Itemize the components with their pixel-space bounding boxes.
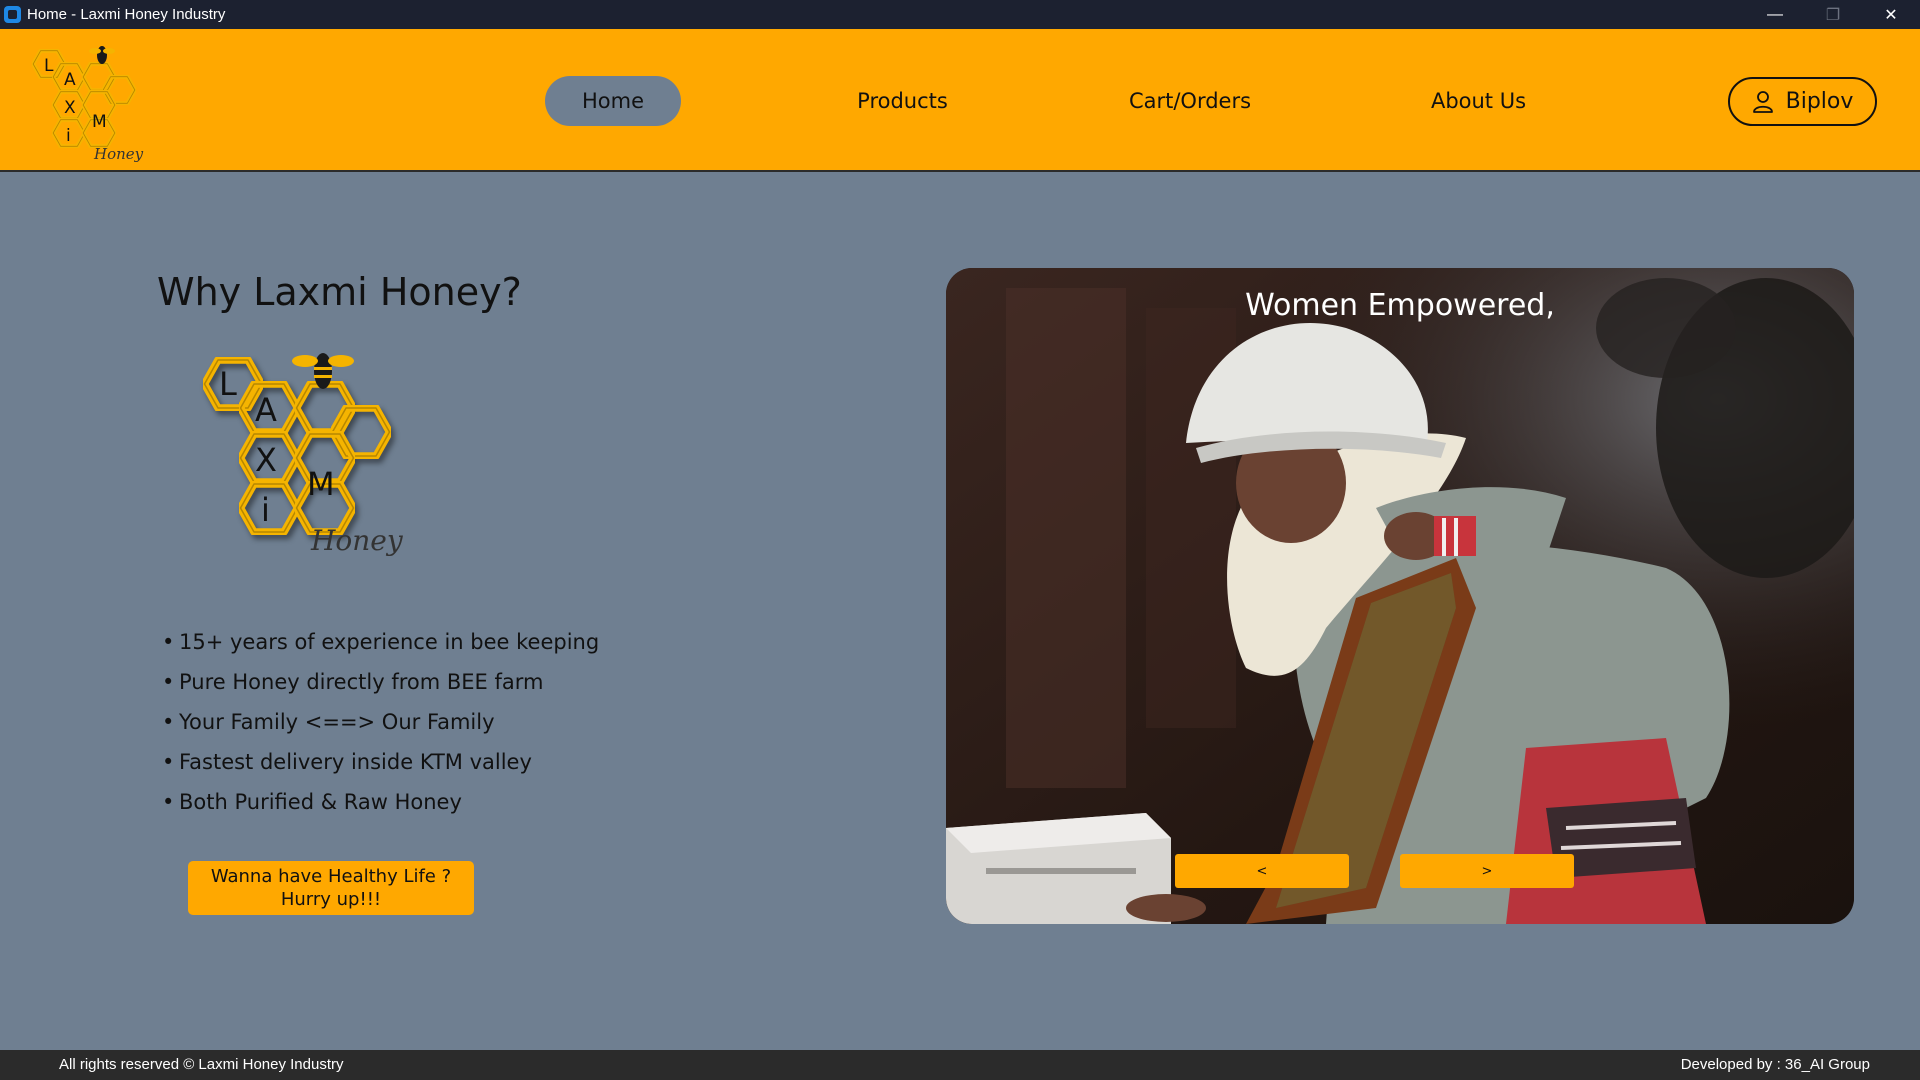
minimize-icon[interactable]: — bbox=[1746, 0, 1804, 29]
healthy-life-cta-button[interactable]: Wanna have Healthy Life ? Hurry up!!! bbox=[188, 861, 474, 915]
cta-line-2: Hurry up!!! bbox=[280, 889, 382, 910]
site-footer: All rights reserved © Laxmi Honey Indust… bbox=[0, 1050, 1920, 1080]
close-icon[interactable]: ✕ bbox=[1862, 0, 1920, 29]
list-item: • Fastest delivery inside KTM valley bbox=[162, 750, 532, 774]
slide-prev-button[interactable]: < bbox=[1175, 854, 1349, 888]
nav-about-us[interactable]: About Us bbox=[1400, 76, 1557, 126]
user-account-button[interactable]: Biplov bbox=[1728, 77, 1877, 126]
svg-text:A: A bbox=[64, 70, 76, 90]
nav-products[interactable]: Products bbox=[830, 76, 975, 126]
list-item: • Your Family <==> Our Family bbox=[162, 710, 495, 734]
svg-text:Honey: Honey bbox=[93, 145, 144, 163]
footer-developer: Developed by : 36_AI Group bbox=[1680, 1056, 1870, 1073]
footer-copyright: All rights reserved © Laxmi Honey Indust… bbox=[59, 1056, 344, 1073]
nav-cart-orders[interactable]: Cart/Orders bbox=[1110, 76, 1270, 126]
app-icon bbox=[4, 6, 21, 23]
list-item: • Pure Honey directly from BEE farm bbox=[162, 670, 544, 694]
list-item: • 15+ years of experience in bee keeping bbox=[162, 630, 600, 654]
laxmi-honey-logo-large: L A X i M Honey bbox=[195, 353, 404, 557]
svg-text:X: X bbox=[255, 441, 277, 479]
svg-text:i: i bbox=[66, 126, 71, 146]
nav-home[interactable]: Home bbox=[545, 76, 681, 126]
svg-text:X: X bbox=[64, 98, 76, 118]
user-name: Biplov bbox=[1785, 89, 1854, 114]
window-titlebar: Home - Laxmi Honey Industry — ❐ ✕ bbox=[0, 0, 1920, 29]
svg-text:M: M bbox=[307, 465, 335, 503]
svg-text:i: i bbox=[261, 491, 270, 529]
feature-list: • 15+ years of experience in bee keeping … bbox=[162, 622, 599, 822]
list-item: • Both Purified & Raw Honey bbox=[162, 790, 462, 814]
beekeeper-photo bbox=[946, 268, 1854, 924]
restore-icon: ❐ bbox=[1825, 6, 1841, 24]
window-title: Home - Laxmi Honey Industry bbox=[27, 6, 226, 23]
svg-text:L: L bbox=[44, 56, 54, 76]
image-slideshow: Women Empowered, < > bbox=[946, 268, 1854, 924]
svg-text:M: M bbox=[92, 112, 107, 132]
slide-caption: Women Empowered, bbox=[1245, 288, 1555, 323]
cta-line-1: Wanna have Healthy Life ? bbox=[210, 866, 452, 887]
svg-text:A: A bbox=[255, 391, 277, 429]
svg-text:Honey: Honey bbox=[310, 524, 404, 557]
user-icon bbox=[1752, 90, 1773, 113]
site-header: L A X i M Honey Home Products Cart/Order… bbox=[0, 29, 1920, 172]
page-heading: Why Laxmi Honey? bbox=[157, 270, 522, 314]
svg-text:L: L bbox=[219, 365, 237, 403]
slide-next-button[interactable]: > bbox=[1400, 854, 1574, 888]
laxmi-honey-logo[interactable]: L A X i M Honey bbox=[28, 41, 144, 165]
